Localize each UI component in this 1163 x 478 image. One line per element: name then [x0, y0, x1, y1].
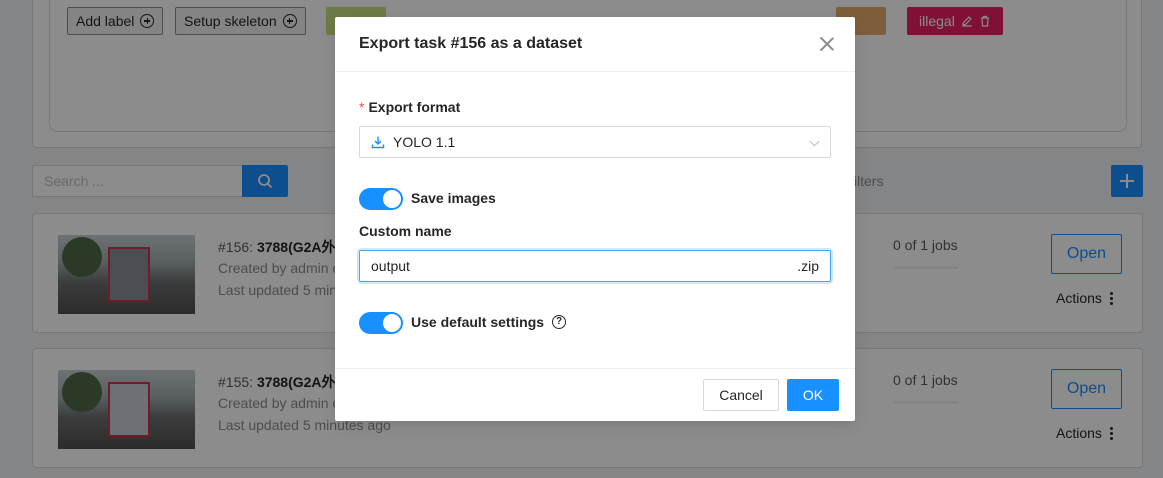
export-format-label: * Export format — [359, 99, 461, 115]
save-images-toggle[interactable] — [359, 188, 403, 210]
chevron-down-icon — [809, 136, 820, 147]
export-format-value: YOLO 1.1 — [393, 134, 456, 150]
ok-button[interactable]: OK — [787, 379, 839, 411]
modal-header: Export task #156 as a dataset — [335, 17, 855, 72]
custom-name-input[interactable]: output .zip — [359, 250, 831, 282]
cancel-button[interactable]: Cancel — [703, 379, 779, 411]
custom-name-label: Custom name — [359, 223, 452, 239]
required-marker: * — [359, 99, 365, 115]
close-icon[interactable] — [819, 36, 835, 52]
question-circle-icon[interactable]: ? — [552, 315, 566, 329]
modal-title: Export task #156 as a dataset — [359, 35, 583, 52]
custom-name-suffix: .zip — [797, 258, 819, 274]
use-default-settings-label: Use default settings — [411, 314, 545, 330]
use-default-settings-toggle[interactable] — [359, 312, 403, 334]
export-format-select[interactable]: YOLO 1.1 — [359, 126, 831, 158]
modal-footer: Cancel OK — [335, 368, 855, 421]
custom-name-value: output — [371, 258, 410, 274]
download-icon — [371, 136, 385, 149]
save-images-label: Save images — [411, 190, 496, 206]
export-dataset-modal: Export task #156 as a dataset * Export fo… — [335, 17, 855, 421]
